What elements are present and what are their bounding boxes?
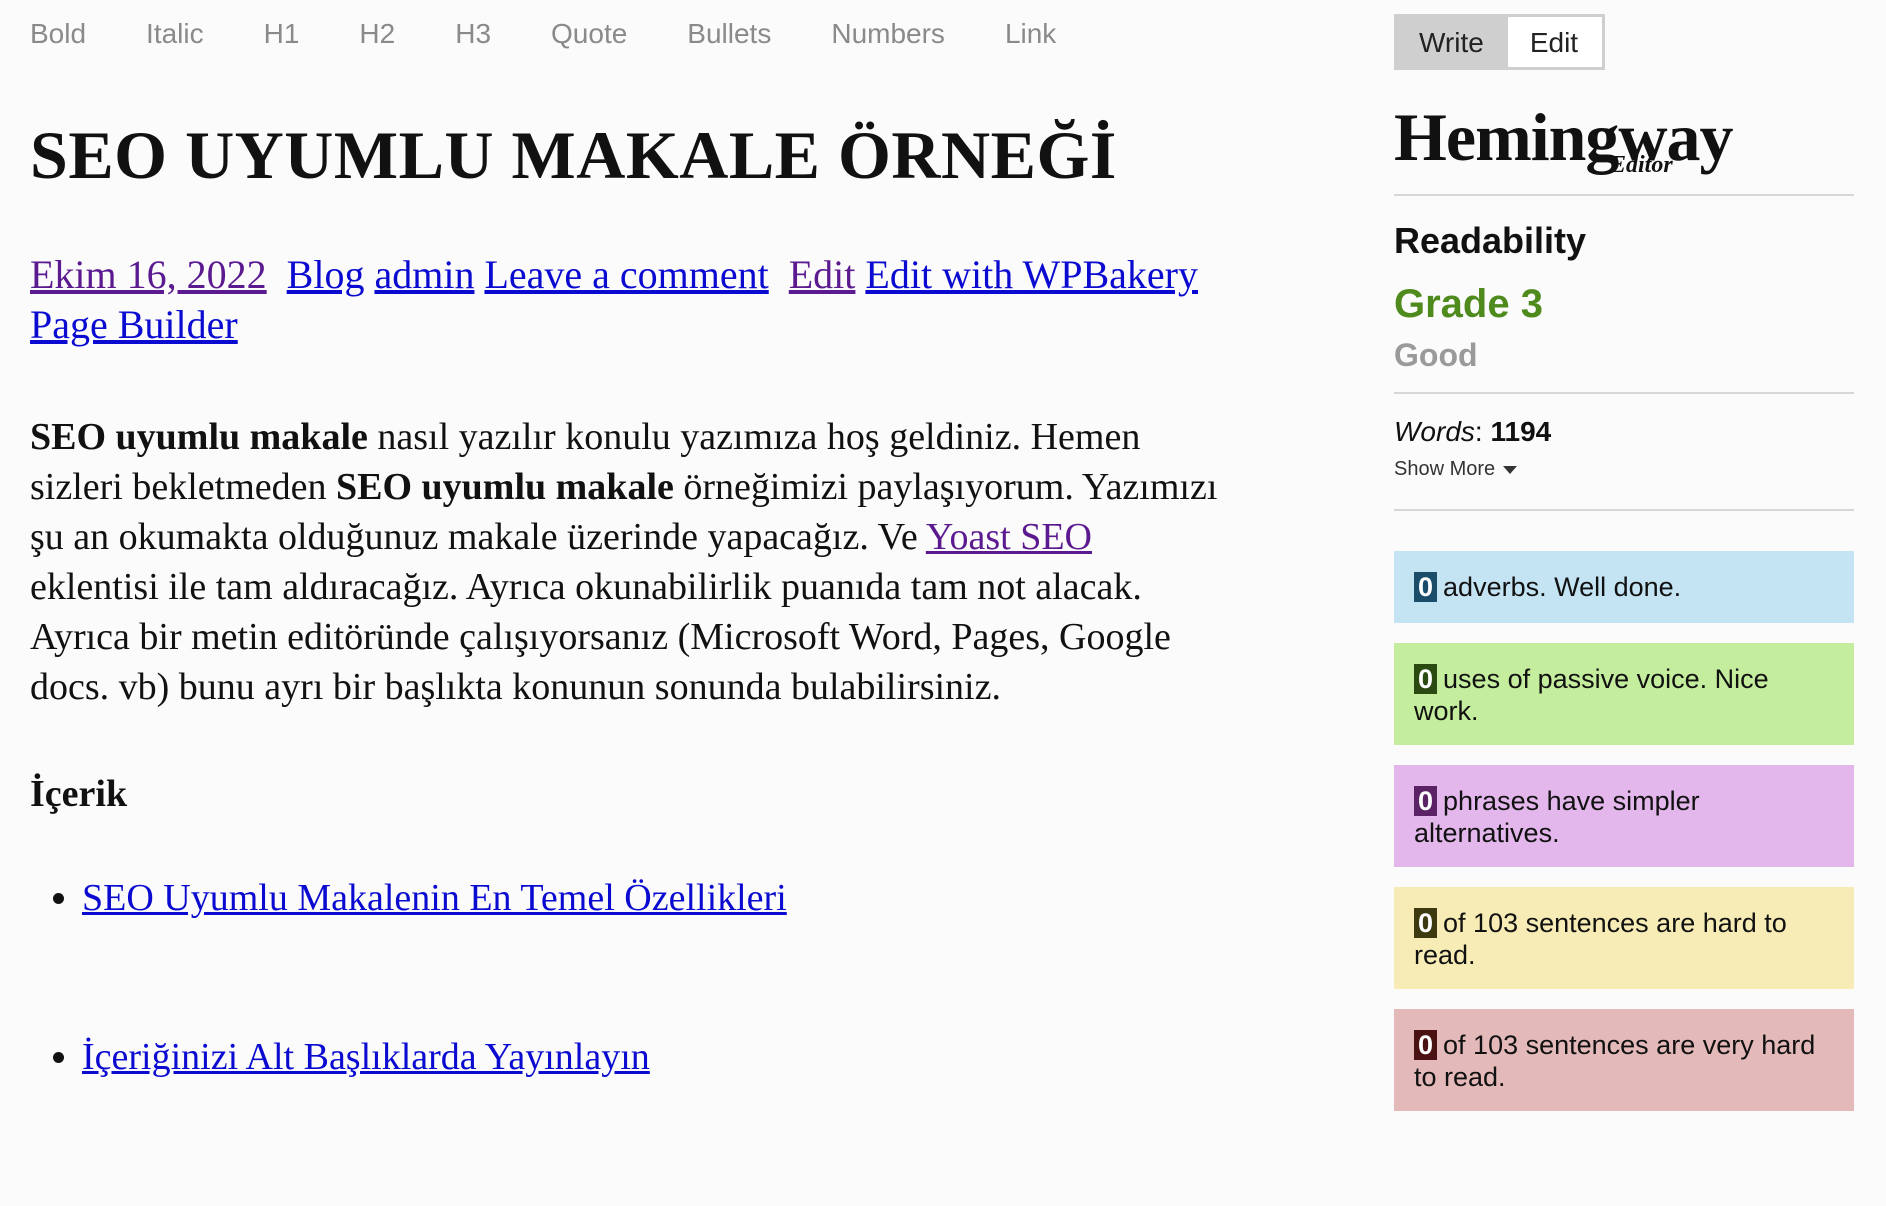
- logo-sub: Editor: [1610, 152, 1673, 178]
- hard-text: of 103 sentences are hard to read.: [1414, 908, 1787, 970]
- words-label: Words: [1394, 416, 1475, 447]
- quote-button[interactable]: Quote: [551, 18, 627, 50]
- hard-sentences-card: 0 of 103 sentences are hard to read.: [1394, 887, 1854, 989]
- adverbs-card: 0 adverbs. Well done.: [1394, 551, 1854, 623]
- article-title[interactable]: SEO UYUMLU MAKALE ÖRNEĞİ: [30, 110, 1220, 200]
- editor-area[interactable]: SEO UYUMLU MAKALE ÖRNEĞİ Ekim 16, 2022 B…: [30, 110, 1220, 1194]
- toc-heading: İçerik: [30, 773, 128, 815]
- passive-text: uses of passive voice. Nice work.: [1414, 664, 1769, 726]
- app-logo: Hemingway Editor: [1394, 98, 1854, 178]
- show-more-label: Show More: [1394, 458, 1496, 480]
- numbers-button[interactable]: Numbers: [831, 18, 945, 50]
- bold-phrase: SEO uyumlu makale: [336, 466, 674, 508]
- bold-phrase: SEO uyumlu makale: [30, 416, 368, 458]
- post-date-link[interactable]: Ekim 16, 2022: [30, 252, 267, 297]
- para-text: eklentisi ile tam aldıracağız. Ayrıca ok…: [30, 566, 1171, 708]
- h1-button[interactable]: H1: [264, 18, 300, 50]
- passive-count: 0: [1414, 664, 1438, 694]
- formatting-toolbar: Bold Italic H1 H2 H3 Quote Bullets Numbe…: [30, 18, 1116, 50]
- list-item: İçeriğinizi Alt Başlıklarda Yayınlayın: [82, 1035, 1220, 1079]
- toc-link[interactable]: İçeriğinizi Alt Başlıklarda Yayınlayın: [82, 1036, 650, 1078]
- very-hard-count: 0: [1414, 1030, 1438, 1060]
- simpler-text: phrases have simpler alternatives.: [1414, 786, 1700, 848]
- leave-comment-link[interactable]: Leave a comment: [484, 252, 768, 297]
- link-button[interactable]: Link: [1005, 18, 1056, 50]
- author-link[interactable]: admin: [374, 252, 474, 297]
- divider: [1394, 194, 1854, 196]
- analysis-cards: 0 adverbs. Well done. 0 uses of passive vo…: [1394, 551, 1854, 1111]
- mode-toggle: Write Edit: [1394, 14, 1606, 70]
- edit-mode-button[interactable]: Edit: [1507, 17, 1603, 67]
- write-mode-button[interactable]: Write: [1397, 17, 1508, 67]
- post-meta: Ekim 16, 2022 Blog admin Leave a comment…: [30, 250, 1220, 350]
- very-hard-text: of 103 sentences are very hard to read.: [1414, 1030, 1816, 1092]
- sidebar: Write Edit Hemingway Editor Readability …: [1394, 14, 1854, 1131]
- h2-button[interactable]: H2: [359, 18, 395, 50]
- passive-voice-card: 0 uses of passive voice. Nice work.: [1394, 643, 1854, 745]
- show-more-toggle[interactable]: Show More: [1394, 458, 1854, 481]
- yoast-seo-link[interactable]: Yoast SEO: [926, 516, 1092, 558]
- caret-down-icon: [1503, 465, 1518, 474]
- bold-button[interactable]: Bold: [30, 18, 86, 50]
- readability-label: Readability: [1394, 220, 1587, 261]
- divider: [1394, 392, 1854, 394]
- hard-count: 0: [1414, 908, 1438, 938]
- simpler-count: 0: [1414, 786, 1438, 816]
- adverbs-count: 0: [1414, 572, 1438, 602]
- edit-link[interactable]: Edit: [789, 252, 856, 297]
- divider: [1394, 509, 1854, 511]
- simpler-phrases-card: 0 phrases have simpler alternatives.: [1394, 765, 1854, 867]
- grade-value: Grade 3: [1394, 282, 1543, 326]
- italic-button[interactable]: Italic: [146, 18, 204, 50]
- logo-main: Hemingway: [1394, 99, 1734, 175]
- grade-description: Good: [1394, 337, 1478, 373]
- toc-list: SEO Uyumlu Makalenin En Temel Özellikler…: [30, 876, 1220, 1079]
- toc-link[interactable]: SEO Uyumlu Makalenin En Temel Özellikler…: [82, 877, 787, 919]
- very-hard-sentences-card: 0 of 103 sentences are very hard to read.: [1394, 1009, 1854, 1111]
- words-value: 1194: [1490, 416, 1552, 447]
- intro-paragraph[interactable]: SEO uyumlu makale nasıl yazılır konulu y…: [30, 412, 1220, 712]
- edit-with-text: Edit with: [865, 252, 1023, 297]
- word-count: Words: 1194: [1394, 416, 1552, 447]
- list-item: SEO Uyumlu Makalenin En Temel Özellikler…: [82, 876, 1220, 920]
- h3-button[interactable]: H3: [455, 18, 491, 50]
- bullets-button[interactable]: Bullets: [687, 18, 771, 50]
- adverbs-text: adverbs. Well done.: [1443, 572, 1682, 602]
- category-link[interactable]: Blog: [287, 252, 365, 297]
